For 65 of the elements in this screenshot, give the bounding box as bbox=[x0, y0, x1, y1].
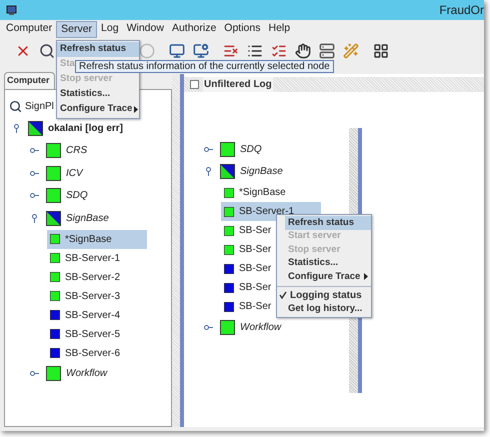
tree-item-label: SDQ bbox=[66, 189, 88, 204]
tree-item[interactable]: SDQ bbox=[43, 184, 92, 207]
menu-item[interactable]: Configure Trace bbox=[285, 270, 371, 284]
tree-item[interactable]: SB-Server-1 bbox=[47, 248, 124, 268]
tree-item-label: SignBase bbox=[240, 165, 283, 180]
header-title: Unfiltered Log bbox=[203, 77, 273, 92]
menu[interactable]: Authorize bbox=[168, 20, 220, 38]
tree-item-label: SB-Ser bbox=[239, 243, 272, 257]
tree-item[interactable]: *SignBase bbox=[47, 230, 147, 248]
menu-item[interactable]: Refresh status bbox=[285, 216, 371, 230]
tree-item[interactable]: SB-Ser bbox=[221, 278, 276, 297]
tree-item-label: CRS bbox=[66, 144, 88, 158]
tree-item-label: SB-Server-1 bbox=[65, 252, 120, 266]
tree-item-label: SB-Ser bbox=[239, 224, 272, 238]
menu[interactable]: Server bbox=[56, 20, 98, 38]
tree-item-label: SignBase bbox=[66, 212, 109, 226]
window-title: FraudOr bbox=[439, 2, 484, 19]
tree-item[interactable]: SB-Server-3 bbox=[47, 286, 124, 306]
menu-item[interactable]: Statistics... bbox=[57, 87, 139, 102]
tree-item-label: Workflow bbox=[240, 320, 282, 335]
tree-item[interactable]: ICV bbox=[43, 162, 87, 184]
menu-item[interactable]: Logging status bbox=[277, 288, 371, 302]
tree-item-label: SB-Ser bbox=[239, 281, 272, 295]
tree-item-label: okalani [log err] bbox=[48, 122, 124, 136]
tree-item-label: *SignBase bbox=[65, 232, 112, 246]
menu[interactable]: Computer bbox=[2, 20, 56, 38]
tab[interactable]: Computer bbox=[4, 72, 55, 89]
menu[interactable]: Options bbox=[220, 20, 264, 38]
tree-item[interactable]: SignBase bbox=[217, 160, 287, 183]
menu[interactable]: Log bbox=[97, 20, 123, 38]
menu[interactable]: Window bbox=[122, 20, 168, 38]
menu-item[interactable]: Statistics... bbox=[285, 256, 371, 270]
tree-item-label: SB-Ser bbox=[239, 300, 272, 314]
tooltip: Refresh status information of the currently selected node bbox=[75, 60, 334, 73]
menu-item[interactable]: Configure Trace bbox=[57, 102, 139, 117]
tree-item[interactable]: SB-Ser bbox=[221, 221, 276, 240]
root-label: SignPl bbox=[25, 100, 54, 114]
tree-item[interactable]: SB-Server-4 bbox=[47, 306, 124, 324]
tree-item[interactable]: Workflow bbox=[217, 316, 286, 338]
tree-item[interactable]: SB-Ser bbox=[221, 240, 276, 259]
tree-item[interactable]: SB-Ser bbox=[221, 297, 276, 316]
tree-item-label: SB-Server-5 bbox=[65, 328, 120, 342]
tree-item[interactable]: SDQ bbox=[217, 138, 266, 160]
tree-item[interactable]: SB-Server-6 bbox=[47, 344, 124, 362]
tree-item-label: ICV bbox=[66, 166, 83, 181]
tree-item-label: SB-Server-2 bbox=[65, 270, 120, 284]
tree-item-label: SB-Ser bbox=[239, 262, 272, 276]
tree-item-label: *SignBase bbox=[239, 186, 286, 200]
tree-item-label: SB-Server-6 bbox=[65, 346, 120, 360]
menu-item[interactable]: Refresh status bbox=[57, 42, 139, 57]
tree-item[interactable]: okalani [log err] bbox=[25, 117, 128, 140]
menu[interactable]: Help bbox=[264, 20, 294, 38]
tree-item[interactable]: SB-Ser bbox=[221, 259, 276, 278]
tree-item[interactable]: SB-Server-5 bbox=[47, 324, 124, 344]
menu-item[interactable]: Get log history... bbox=[285, 302, 371, 316]
tree-item-label: SB-Server-3 bbox=[65, 290, 120, 304]
tree-item-label: SB-Server-1 bbox=[239, 205, 294, 218]
tree-item[interactable]: CRS bbox=[43, 140, 92, 162]
tree-item[interactable]: SB-Server-2 bbox=[47, 268, 124, 286]
tree-item[interactable]: SignBase bbox=[43, 207, 113, 230]
tree-item[interactable]: *SignBase bbox=[221, 183, 290, 202]
tree-item-label: SDQ bbox=[240, 142, 262, 157]
tree-item[interactable]: Workflow bbox=[43, 362, 112, 385]
tree-item-label: Workflow bbox=[66, 367, 108, 382]
tree-item-label: SB-Server-4 bbox=[65, 308, 120, 322]
